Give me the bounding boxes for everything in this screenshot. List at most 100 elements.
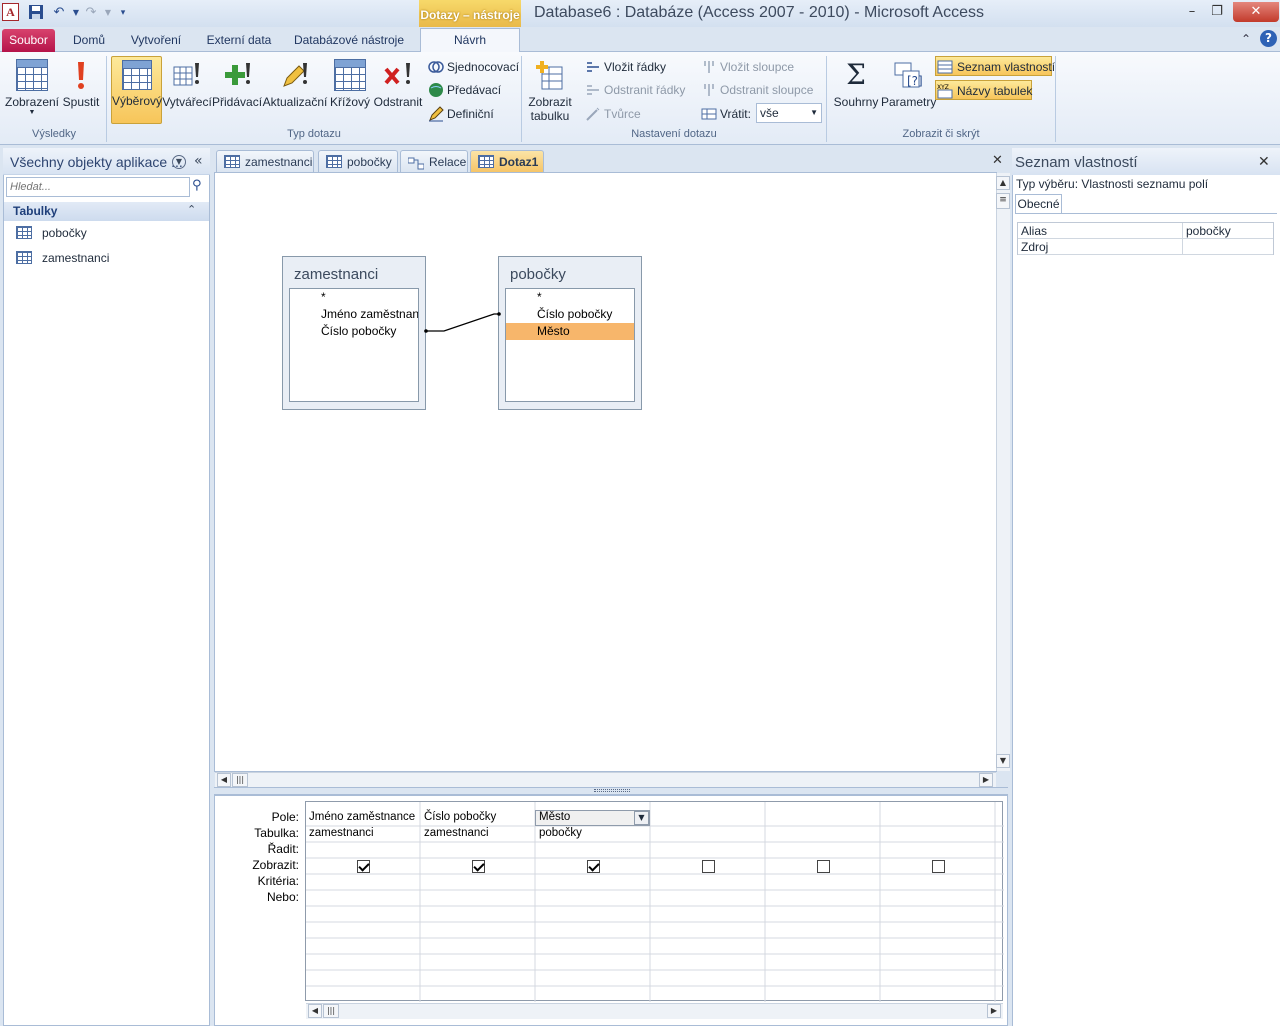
qbe-table-cell[interactable]: zamestnanci xyxy=(306,825,418,841)
tab-design[interactable]: Návrh xyxy=(420,28,520,53)
doc-tab-relace[interactable]: Relace xyxy=(400,150,468,172)
tab-general[interactable]: Obecné xyxy=(1015,194,1062,214)
show-checkbox[interactable] xyxy=(587,860,600,873)
property-sheet-label: Seznam vlastností xyxy=(957,60,1056,74)
field-item[interactable]: * xyxy=(306,289,418,306)
scroll-left-icon[interactable]: ◀ xyxy=(308,1004,322,1018)
hscroll-thumb[interactable]: ||| xyxy=(323,1004,339,1018)
hscroll-thumb[interactable]: ||| xyxy=(232,773,248,787)
return-values-icon xyxy=(701,106,717,122)
splitter-grip-icon[interactable] xyxy=(594,789,630,792)
data-definition-query-button[interactable]: Definiční xyxy=(427,104,494,124)
tab-file[interactable]: Soubor xyxy=(2,29,55,52)
field-dropdown-chevron-icon[interactable]: ▼ xyxy=(634,811,649,825)
navigation-pane xyxy=(3,148,210,1026)
ribbon-tab-bar xyxy=(0,27,1280,52)
scroll-up-icon[interactable]: ▲ xyxy=(996,176,1010,190)
field-list-title[interactable]: zamestnanci xyxy=(294,266,378,283)
property-row-alias[interactable]: Alias pobočky xyxy=(1018,223,1273,239)
qbe-field-cell[interactable]: Číslo pobočky xyxy=(421,809,533,825)
close-icon[interactable]: ✕ xyxy=(1258,154,1270,170)
save-icon[interactable] xyxy=(27,4,45,22)
customize-qat-icon[interactable]: ▾ xyxy=(114,4,132,22)
scroll-right-icon[interactable]: ▶ xyxy=(987,1004,1001,1018)
close-button[interactable]: ✕ xyxy=(1233,2,1279,22)
show-checkbox[interactable] xyxy=(472,860,485,873)
tab-home[interactable]: Domů xyxy=(62,29,116,52)
table-names-button[interactable]: XYZ Názvy tabulek xyxy=(935,80,1032,100)
collapse-nav-pane-icon[interactable]: « xyxy=(194,153,203,169)
update-query-button[interactable]: Aktualizační xyxy=(262,56,328,124)
union-query-button[interactable]: Sjednocovací xyxy=(427,57,519,77)
close-document-icon[interactable]: ✕ xyxy=(992,153,1003,168)
tab-external-data[interactable]: Externí data xyxy=(198,29,280,52)
crosstab-query-button[interactable]: Křížový xyxy=(328,56,372,124)
field-list-title[interactable]: pobočky xyxy=(510,266,566,283)
scroll-thumb[interactable]: ≡ xyxy=(996,193,1010,209)
row-label-field: Pole: xyxy=(271,810,299,824)
run-button[interactable]: Spustit xyxy=(60,56,102,124)
qbe-table-cell[interactable]: zamestnanci xyxy=(421,825,533,841)
scroll-right-icon[interactable]: ▶ xyxy=(979,773,993,787)
doc-tab-zamestnanci[interactable]: zamestnanci xyxy=(216,150,314,172)
delete-columns-icon xyxy=(701,82,717,98)
make-table-query-button[interactable]: Vytvářecí xyxy=(162,56,212,124)
nav-menu-chevron-icon[interactable]: ▼ xyxy=(172,155,186,169)
field-item[interactable]: * xyxy=(522,289,634,306)
totals-button[interactable]: Σ Souhrny xyxy=(831,56,881,124)
restore-button[interactable]: ❐ xyxy=(1205,2,1229,22)
return-values-select[interactable]: vše ▼ xyxy=(756,103,822,123)
nav-item-pobocky[interactable]: pobočky xyxy=(4,221,209,245)
return-label-group: Vrátit: xyxy=(700,104,751,124)
parameters-button[interactable]: [?] Parametry xyxy=(881,56,936,124)
group-separator xyxy=(521,56,522,142)
exclamation-icon xyxy=(65,59,97,91)
collapse-group-icon[interactable]: ⌃ xyxy=(187,203,196,216)
select-query-button[interactable]: Výběrový xyxy=(111,56,162,124)
qbe-field-cell[interactable]: Jméno zaměstnance xyxy=(306,809,418,825)
tab-create[interactable]: Vytvoření xyxy=(120,29,192,52)
property-sheet-button[interactable]: Seznam vlastností xyxy=(935,56,1056,76)
help-icon[interactable]: ? xyxy=(1260,30,1277,47)
access-app-icon[interactable]: A xyxy=(2,3,19,21)
tab-database-tools[interactable]: Databázové nástroje xyxy=(286,29,412,52)
table-names-icon: XYZ xyxy=(937,83,953,99)
design-vertical-scrollbar[interactable] xyxy=(996,173,1010,771)
builder-button: Tvůrce xyxy=(584,104,641,124)
minimize-button[interactable]: – xyxy=(1180,2,1204,22)
nav-item-label: pobočky xyxy=(42,226,87,240)
scroll-left-icon[interactable]: ◀ xyxy=(217,773,231,787)
append-query-button[interactable]: Přidávací xyxy=(212,56,262,124)
property-row-source[interactable]: Zdroj xyxy=(1018,239,1273,255)
field-item[interactable]: Číslo pobočky xyxy=(306,323,418,340)
doc-tab-pobocky[interactable]: pobočky xyxy=(318,150,398,172)
qbe-table-cell[interactable]: pobočky xyxy=(536,825,648,841)
show-checkbox[interactable] xyxy=(357,860,370,873)
field-item-selected[interactable]: Město xyxy=(506,323,634,340)
qbe-field-cell[interactable]: Město xyxy=(536,809,631,825)
doc-tab-dotaz1[interactable]: Dotaz1 xyxy=(470,150,544,172)
grid-horizontal-scrollbar[interactable] xyxy=(306,1003,1003,1019)
minimize-ribbon-icon[interactable]: ⌃ xyxy=(1241,32,1251,46)
field-item[interactable]: Číslo pobočky xyxy=(522,306,634,323)
nav-pane-title[interactable]: Všechny objekty aplikace ... xyxy=(10,154,183,170)
delete-query-button[interactable]: Odstranit xyxy=(372,56,424,124)
doc-tab-label: zamestnanci xyxy=(245,155,313,169)
design-horizontal-scrollbar[interactable] xyxy=(215,772,996,787)
show-checkbox[interactable] xyxy=(932,860,945,873)
insert-rows-button[interactable]: Vložit řádky xyxy=(584,57,666,77)
scroll-down-icon[interactable]: ▼ xyxy=(996,754,1010,768)
property-value[interactable]: pobočky xyxy=(1186,223,1231,239)
undo-icon[interactable]: ↶ xyxy=(50,4,68,22)
join-line[interactable] xyxy=(420,305,506,340)
search-icon[interactable]: ⚲ xyxy=(192,178,202,193)
view-button[interactable]: Zobrazení ▼ xyxy=(4,56,60,124)
nav-search-input[interactable] xyxy=(6,177,190,197)
show-checkbox[interactable] xyxy=(702,860,715,873)
show-checkbox[interactable] xyxy=(817,860,830,873)
nav-item-zamestnanci[interactable]: zamestnanci xyxy=(4,246,209,270)
show-table-button[interactable]: Zobrazit tabulku xyxy=(524,56,576,124)
field-item[interactable]: Jméno zaměstnance xyxy=(306,306,418,323)
pass-through-query-button[interactable]: Předávací xyxy=(427,80,501,100)
builder-wand-icon xyxy=(585,106,601,122)
